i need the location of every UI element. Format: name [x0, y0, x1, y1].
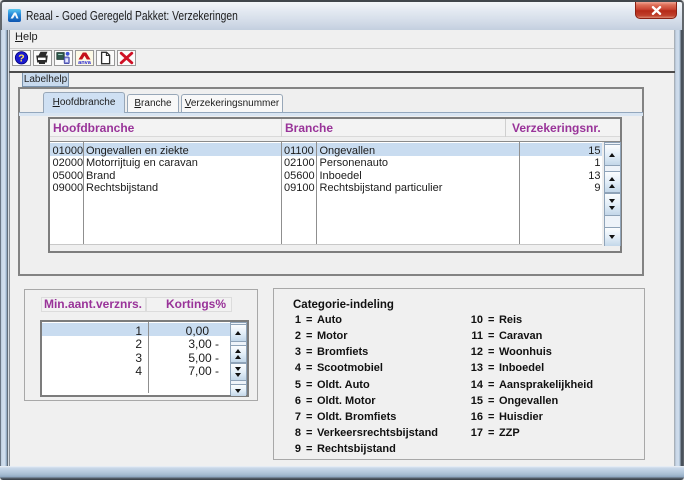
svg-text:?: ? [18, 53, 24, 65]
svg-text:anva: anva [78, 60, 92, 65]
